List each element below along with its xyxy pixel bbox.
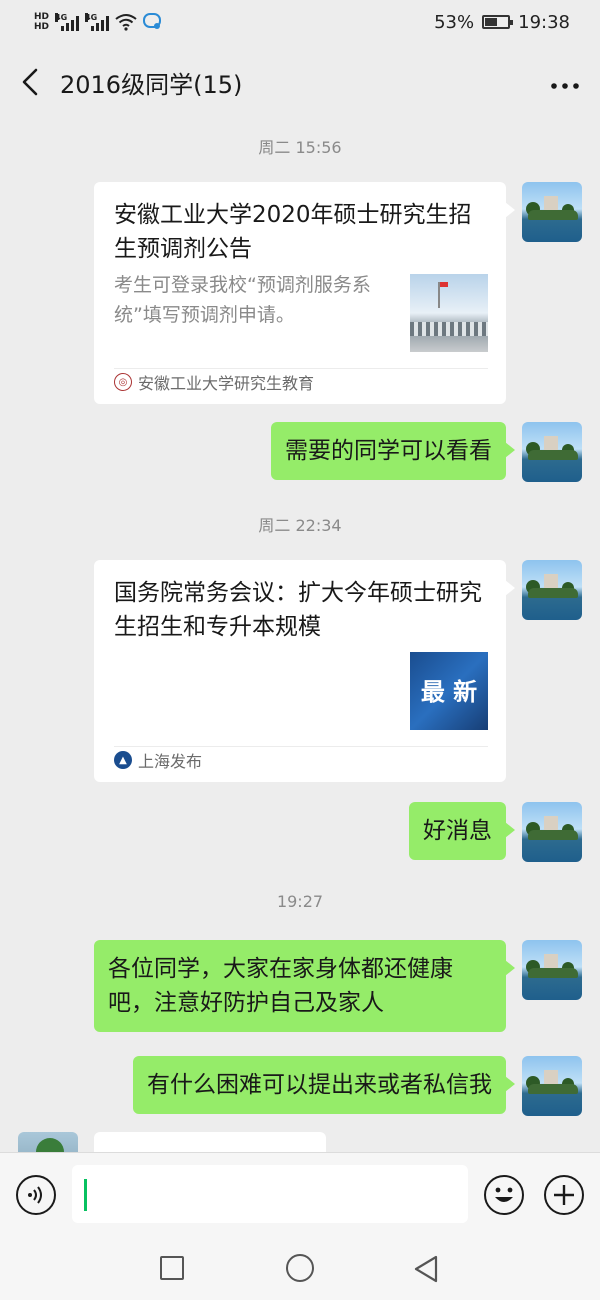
article-card[interactable]: 国务院常务会议：扩大今年硕士研究生招生和专升本规模 最 新 ▲ 上海发布 xyxy=(94,560,515,782)
card-source-name: 安徽工业大学研究生教育 xyxy=(138,374,315,393)
message-input[interactable] xyxy=(72,1165,468,1223)
message-notification-icon xyxy=(143,13,162,29)
card-divider xyxy=(114,746,488,747)
battery-fill xyxy=(485,18,497,26)
timestamp: 19:27 xyxy=(276,892,324,911)
chat-messages[interactable]: 周二 15:56 安徽工业大学2020年硕士研究生招生预调剂公告 考生可登录我校… xyxy=(0,120,600,1152)
avatar[interactable] xyxy=(522,1056,582,1116)
network-label-1: 4G xyxy=(55,13,68,22)
status-bar: HD HD 4G 4G 53% 19:38 xyxy=(0,0,600,44)
emoji-button[interactable] xyxy=(484,1175,524,1215)
battery-percent: 53% xyxy=(434,11,475,33)
battery-icon xyxy=(482,15,514,29)
card-description: 考生可登录我校“预调剂服务系统”填写预调剂申请。 xyxy=(114,274,371,326)
card-thumbnail xyxy=(410,274,488,352)
hd-label-1: HD xyxy=(34,12,50,22)
signal-icon-1: 4G xyxy=(55,13,80,31)
message-bubble[interactable]: 各位同学，大家在家身体都还健康吧，注意好防护自己及家人 xyxy=(94,940,515,1032)
incoming-message-bubble[interactable] xyxy=(94,1132,326,1152)
more-button[interactable] xyxy=(550,67,580,97)
shanghai-logo-icon: ▲ xyxy=(114,751,132,769)
message-bubble[interactable]: 有什么困难可以提出来或者私信我 xyxy=(133,1056,515,1114)
card-source: ▲ 上海发布 xyxy=(114,748,202,772)
wifi-icon xyxy=(115,14,137,31)
network-label-2: 4G xyxy=(85,13,98,22)
card-source-name: 上海发布 xyxy=(138,752,203,771)
avatar[interactable] xyxy=(522,560,582,620)
avatar[interactable] xyxy=(522,422,582,482)
signal-icon-2: 4G xyxy=(85,13,110,31)
home-button[interactable] xyxy=(286,1254,314,1282)
card-title: 安徽工业大学2020年硕士研究生招生预调剂公告 xyxy=(114,202,472,262)
article-card[interactable]: 安徽工业大学2020年硕士研究生招生预调剂公告 考生可登录我校“预调剂服务系统”… xyxy=(94,182,515,404)
hd-label-2: HD xyxy=(34,22,50,32)
card-divider xyxy=(114,368,488,369)
card-thumbnail: 最 新 xyxy=(410,652,488,730)
message-bubble[interactable]: 需要的同学可以看看 xyxy=(271,422,515,480)
clock: 19:38 xyxy=(518,11,570,33)
timestamp: 周二 15:56 xyxy=(258,138,342,157)
plus-button[interactable] xyxy=(544,1175,584,1215)
back-button[interactable] xyxy=(20,62,54,102)
message-bubble[interactable]: 好消息 xyxy=(409,802,515,860)
voice-icon xyxy=(28,1186,42,1204)
chat-header: 2016级同学(15) xyxy=(0,44,600,120)
card-title: 国务院常务会议：扩大今年硕士研究生招生和专升本规模 xyxy=(114,580,482,640)
more-icon xyxy=(551,83,579,89)
chat-title: 2016级同学(15) xyxy=(60,70,243,99)
input-bar xyxy=(0,1152,600,1234)
back-nav-button[interactable] xyxy=(412,1254,440,1288)
emoji-icon xyxy=(495,1187,513,1202)
avatar[interactable] xyxy=(522,802,582,862)
recent-apps-button[interactable] xyxy=(160,1256,184,1280)
chevron-left-icon xyxy=(22,68,38,96)
triangle-back-icon xyxy=(414,1255,438,1283)
university-logo-icon: ◎ xyxy=(114,373,132,391)
text-caret xyxy=(84,1179,87,1211)
timestamp: 周二 22:34 xyxy=(258,516,342,535)
system-navigation-bar xyxy=(0,1234,600,1300)
hd-indicator: HD HD xyxy=(34,12,49,32)
card-source: ◎ 安徽工业大学研究生教育 xyxy=(114,370,314,394)
avatar[interactable] xyxy=(522,182,582,242)
avatar[interactable] xyxy=(522,940,582,1000)
voice-button[interactable] xyxy=(16,1175,56,1215)
avatar[interactable] xyxy=(18,1132,78,1152)
thumbnail-text: 最 新 xyxy=(420,678,478,706)
plus-icon xyxy=(554,1185,574,1205)
